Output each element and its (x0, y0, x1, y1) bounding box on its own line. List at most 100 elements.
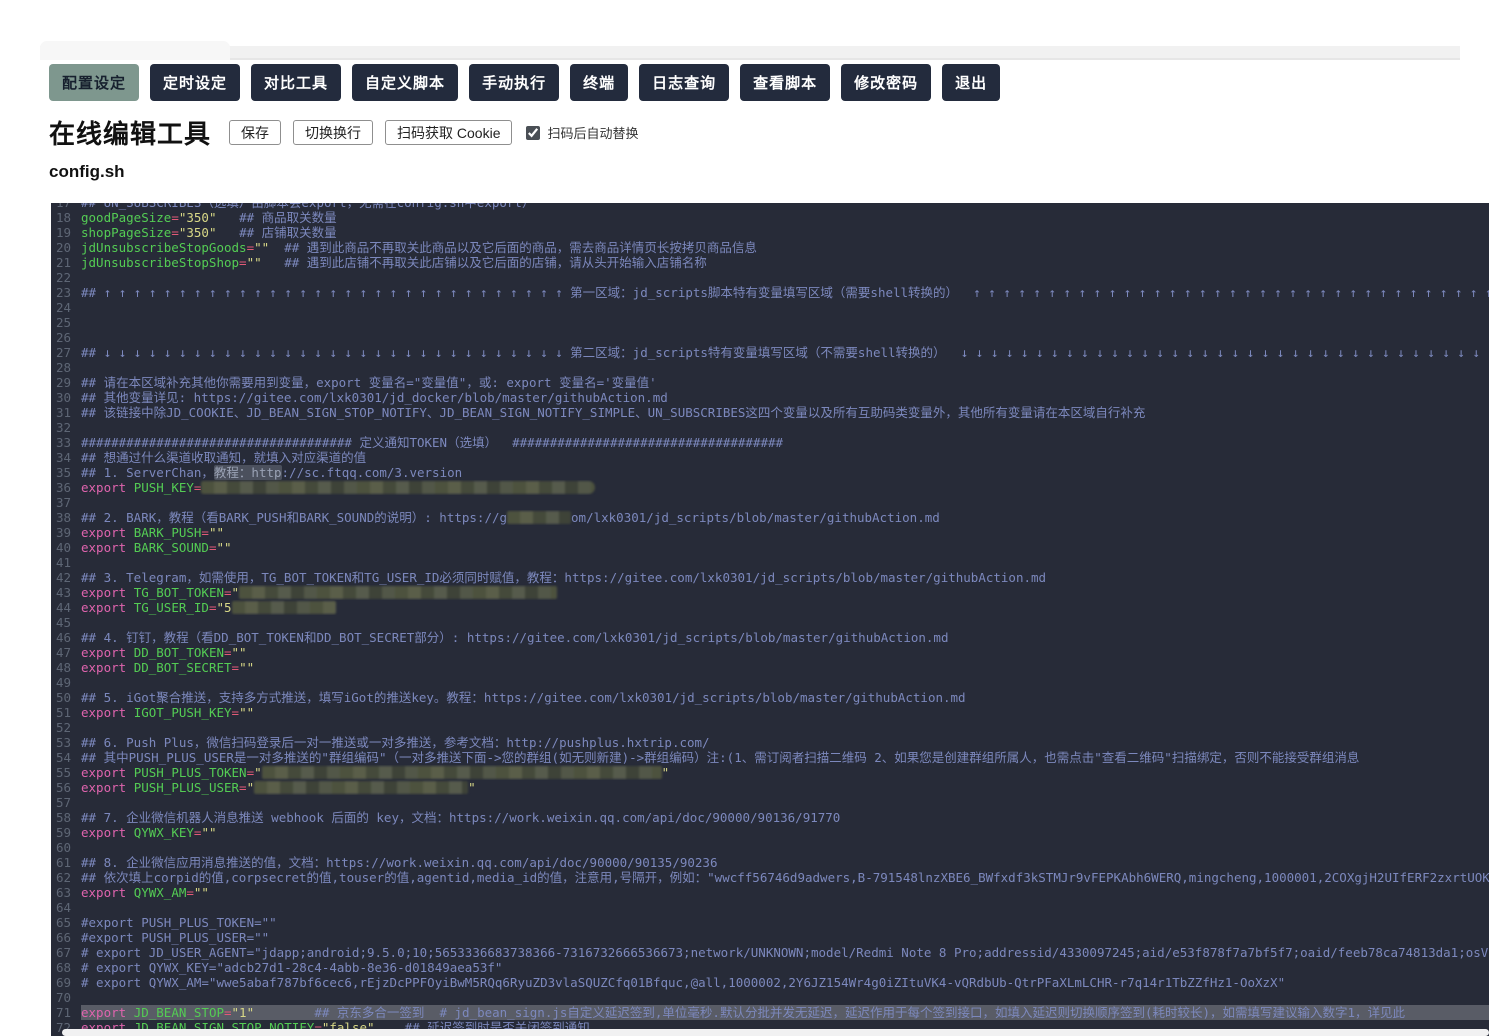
code-line[interactable]: 18 goodPageSize="350" ## 商品取关数量 (51, 210, 1489, 225)
code-line[interactable]: 29 ## 请在本区域补充其他你需要用到变量，export 变量名="变量值"，或… (51, 375, 1489, 390)
line-number: 53 (55, 735, 71, 750)
code-line[interactable]: 65 #export PUSH_PLUS_TOKEN="" (51, 915, 1489, 930)
nav-tab-定时设定[interactable]: 定时设定 (150, 64, 241, 101)
nav-tab-退出[interactable]: 退出 (942, 64, 1001, 101)
line-number: 56 (55, 780, 71, 795)
line-code: ## 5. iGot聚合推送，支持多方式推送，填写iGot的推送key。教程：h… (81, 690, 966, 705)
code-line[interactable]: 57 (51, 795, 1489, 810)
nav-tab-手动执行[interactable]: 手动执行 (469, 64, 560, 101)
code-line[interactable]: 48 export DD_BOT_SECRET="" (51, 660, 1489, 675)
code-line[interactable]: 37 (51, 495, 1489, 510)
code-line[interactable]: 62 ## 依次填上corpid的值,corpsecret的值,touser的值,… (51, 870, 1489, 885)
code-line[interactable]: 50 ## 5. iGot聚合推送，支持多方式推送，填写iGot的推送key。教程… (51, 690, 1489, 705)
nav-tab-日志查询[interactable]: 日志查询 (639, 64, 730, 101)
line-code: ## 想通过什么渠道收取通知，就填入对应渠道的值 (81, 450, 367, 465)
line-code: export PUSH_PLUS_TOKEN=" " (81, 765, 670, 780)
code-line[interactable]: 49 (51, 675, 1489, 690)
code-line[interactable]: 69 # export QYWX_AM="wwe5abaf787bf6cec6,r… (51, 975, 1489, 990)
redacted-value (254, 781, 469, 794)
code-line[interactable]: 45 (51, 615, 1489, 630)
line-number: 34 (55, 450, 71, 465)
code-line[interactable]: 40 export BARK_SOUND="" (51, 540, 1489, 555)
code-line[interactable]: 17## UN_SUBSCRIBES（选填）由脚本会export，无需在conf… (51, 203, 1489, 210)
line-number: 20 (55, 240, 71, 255)
nav-tab-配置设定[interactable]: 配置设定 (49, 64, 140, 101)
code-line[interactable]: 51 export IGOT_PUSH_KEY="" (51, 705, 1489, 720)
code-line[interactable]: 46 ## 4. 钉钉，教程（看DD_BOT_TOKEN和DD_BOT_SECRE… (51, 630, 1489, 645)
horizontal-scrollbar[interactable] (62, 1029, 1489, 1036)
save-button[interactable]: 保存 (229, 120, 282, 145)
code-line[interactable]: 26 (51, 330, 1489, 345)
code-line[interactable]: 60 (51, 840, 1489, 855)
code-line[interactable]: 59 export QYWX_KEY="" (51, 825, 1489, 840)
code-line[interactable]: 56 export PUSH_PLUS_USER=" " (51, 780, 1489, 795)
code-lines: 17## UN_SUBSCRIBES（选填）由脚本会export，无需在conf… (51, 203, 1489, 1035)
code-line[interactable]: 61 ## 8. 企业微信应用消息推送的值，文档：https://work.wei… (51, 855, 1489, 870)
line-number: 45 (55, 615, 71, 630)
line-number: 39 (55, 525, 71, 540)
line-code: export BARK_SOUND="" (81, 540, 232, 555)
code-line[interactable]: 66 #export PUSH_PLUS_USER="" (51, 930, 1489, 945)
code-line[interactable]: 44 export TG_USER_ID="5 (51, 600, 1489, 615)
code-line[interactable]: 47 export DD_BOT_TOKEN="" (51, 645, 1489, 660)
code-line[interactable]: 22 (51, 270, 1489, 285)
line-number: 31 (55, 405, 71, 420)
code-line[interactable]: 41 (51, 555, 1489, 570)
line-code: export TG_BOT_TOKEN=" (81, 585, 1489, 600)
code-line[interactable]: 30 ## 其他变量详见: https://gitee.com/lxk0301/j… (51, 390, 1489, 405)
line-code: # export QYWX_AM="wwe5abaf787bf6cec6,rEj… (81, 975, 1286, 990)
code-line[interactable]: 67 # export JD_USER_AGENT="jdapp;android;… (51, 945, 1489, 960)
line-code: #################################### 定义通… (81, 435, 784, 450)
code-line[interactable]: 42 ## 3. Telegram，如需使用，TG_BOT_TOKEN和TG_US… (51, 570, 1489, 585)
code-line[interactable]: 64 (51, 900, 1489, 915)
code-line[interactable]: 19 shopPageSize="350" ## 店铺取关数量 (51, 225, 1489, 240)
code-line[interactable]: 52 (51, 720, 1489, 735)
redacted-value (507, 511, 572, 524)
redacted-value (261, 766, 662, 779)
code-line[interactable]: 31 ## 该链接中除JD_COOKIE、JD_BEAN_SIGN_STOP_NO… (51, 405, 1489, 420)
nav-tab-修改密码[interactable]: 修改密码 (841, 64, 932, 101)
line-number: 70 (55, 990, 71, 1005)
line-number: 58 (55, 810, 71, 825)
code-line[interactable]: 70 (51, 990, 1489, 1005)
code-line[interactable]: 32 (51, 420, 1489, 435)
nav-tab-自定义脚本[interactable]: 自定义脚本 (352, 64, 459, 101)
code-line[interactable]: 33 #################################### 定… (51, 435, 1489, 450)
scan-cookie-button[interactable]: 扫码获取 Cookie (385, 120, 513, 145)
code-editor[interactable]: 17## UN_SUBSCRIBES（选填）由脚本会export，无需在conf… (51, 203, 1489, 1036)
code-line[interactable]: 21 jdUnsubscribeStopShop="" ## 遇到此店铺不再取关此… (51, 255, 1489, 270)
code-line[interactable]: 35 ## 1. ServerChan，教程：http://sc.ftqq.com… (51, 465, 1489, 480)
code-line[interactable]: 24 (51, 300, 1489, 315)
code-line[interactable]: 27 ## ↓ ↓ ↓ ↓ ↓ ↓ ↓ ↓ ↓ ↓ ↓ ↓ ↓ ↓ ↓ ↓ ↓ ↓… (51, 345, 1489, 360)
code-line[interactable]: 39 export BARK_PUSH="" (51, 525, 1489, 540)
nav-tab-终端[interactable]: 终端 (570, 64, 629, 101)
code-line[interactable]: 63 export QYWX_AM="" (51, 885, 1489, 900)
code-line[interactable]: 43 export TG_BOT_TOKEN=" (51, 585, 1489, 600)
code-line[interactable]: 38 ## 2. BARK，教程（看BARK_PUSH和BARK_SOUND的说明… (51, 510, 1489, 525)
code-line[interactable]: 53 ## 6. Push Plus，微信扫码登录后一对一推送或一对多推送，参考文… (51, 735, 1489, 750)
code-line[interactable]: 20 jdUnsubscribeStopGoods="" ## 遇到此商品不再取关… (51, 240, 1489, 255)
code-line[interactable]: 23 ## ↑ ↑ ↑ ↑ ↑ ↑ ↑ ↑ ↑ ↑ ↑ ↑ ↑ ↑ ↑ ↑ ↑ ↑… (51, 285, 1489, 300)
nav-tab-查看脚本[interactable]: 查看脚本 (740, 64, 831, 101)
code-line[interactable]: 28 (51, 360, 1489, 375)
line-number: 50 (55, 690, 71, 705)
code-line[interactable]: 71 export JD_BEAN_STOP="1" ## 京东多合一签到 # j… (51, 1005, 1489, 1020)
auto-replace-checkbox[interactable] (526, 125, 541, 140)
code-line[interactable]: 68 # export QYWX_KEY="adcb27d1-28c4-4abb-… (51, 960, 1489, 975)
toggle-wrap-button[interactable]: 切换换行 (293, 120, 374, 145)
nav-tab-对比工具[interactable]: 对比工具 (251, 64, 342, 101)
code-line[interactable]: 58 ## 7. 企业微信机器人消息推送 webhook 后面的 key，文档：h… (51, 810, 1489, 825)
code-line[interactable]: 55 export PUSH_PLUS_TOKEN=" " (51, 765, 1489, 780)
auto-replace-option[interactable]: 扫码后自动替换 (526, 123, 639, 142)
code-line[interactable]: 36 export PUSH_KEY= (51, 480, 1489, 495)
line-code: ## 请在本区域补充其他你需要用到变量，export 变量名="变量值"，或: … (81, 375, 657, 390)
line-number: 35 (55, 465, 71, 480)
line-number: 52 (55, 720, 71, 735)
line-code: #export PUSH_PLUS_TOKEN="" (81, 915, 277, 930)
code-line[interactable]: 34 ## 想通过什么渠道收取通知，就填入对应渠道的值 (51, 450, 1489, 465)
code-line[interactable]: 25 (51, 315, 1489, 330)
code-line[interactable]: 54 ## 其中PUSH_PLUS_USER是一对多推送的"群组编码"（一对多推送… (51, 750, 1489, 765)
